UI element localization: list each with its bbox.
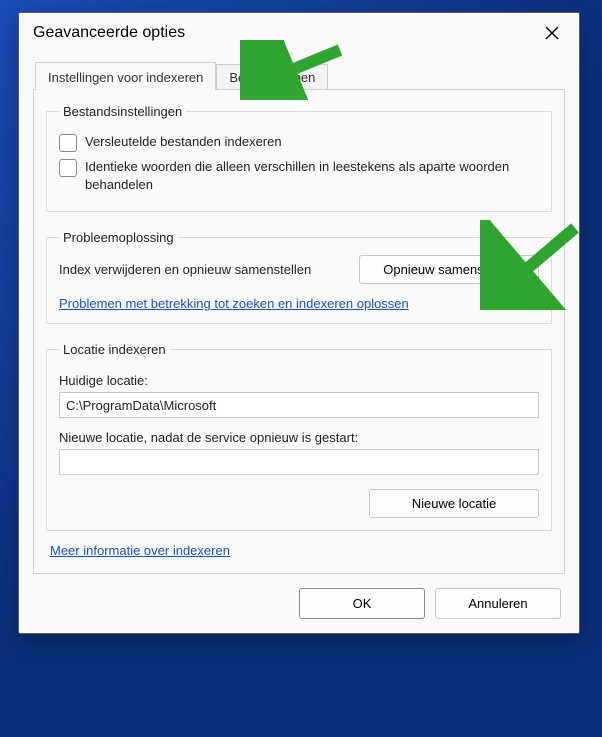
current-location-label: Huidige locatie: — [59, 373, 539, 388]
more-info-link[interactable]: Meer informatie over indexeren — [50, 543, 230, 558]
group-file-settings-legend: Bestandsinstellingen — [59, 104, 186, 119]
group-file-settings: Bestandsinstellingen Versleutelde bestan… — [46, 104, 552, 212]
titlebar: Geavanceerde opties — [19, 13, 579, 53]
new-location-button[interactable]: Nieuwe locatie — [369, 489, 539, 518]
checkbox-diacritics[interactable] — [59, 159, 77, 177]
troubleshoot-link[interactable]: Problemen met betrekking tot zoeken en i… — [59, 296, 539, 311]
rebuild-button[interactable]: Opnieuw samenstellen — [359, 255, 539, 284]
ok-button[interactable]: OK — [299, 588, 425, 619]
checkbox-index-encrypted-label: Versleutelde bestanden indexeren — [85, 133, 282, 151]
checkbox-index-encrypted[interactable] — [59, 134, 77, 152]
checkbox-diacritics-label: Identieke woorden die alleen verschillen… — [85, 158, 539, 193]
current-location-field[interactable] — [59, 392, 539, 418]
group-troubleshoot: Probleemoplossing Index verwijderen en o… — [46, 230, 552, 324]
dialog-button-row: OK Annuleren — [19, 588, 579, 633]
close-button[interactable] — [533, 18, 571, 48]
new-location-field[interactable] — [59, 449, 539, 475]
group-troubleshoot-legend: Probleemoplossing — [59, 230, 178, 245]
group-index-location: Locatie indexeren Huidige locatie: Nieuw… — [46, 342, 552, 531]
advanced-options-dialog: Geavanceerde opties Instellingen voor in… — [18, 12, 580, 634]
tabstrip: Instellingen voor indexeren Bestandstype… — [19, 61, 579, 89]
tab-panel-index-settings: Bestandsinstellingen Versleutelde bestan… — [33, 89, 565, 574]
tab-file-types[interactable]: Bestandstypen — [216, 64, 328, 90]
new-location-label: Nieuwe locatie, nadat de service opnieuw… — [59, 430, 539, 445]
rebuild-description: Index verwijderen en opnieuw samenstelle… — [59, 261, 347, 279]
cancel-button[interactable]: Annuleren — [435, 588, 561, 619]
close-icon — [545, 26, 559, 40]
dialog-title: Geavanceerde opties — [33, 24, 185, 42]
group-index-location-legend: Locatie indexeren — [59, 342, 170, 357]
tab-index-settings[interactable]: Instellingen voor indexeren — [35, 62, 216, 90]
